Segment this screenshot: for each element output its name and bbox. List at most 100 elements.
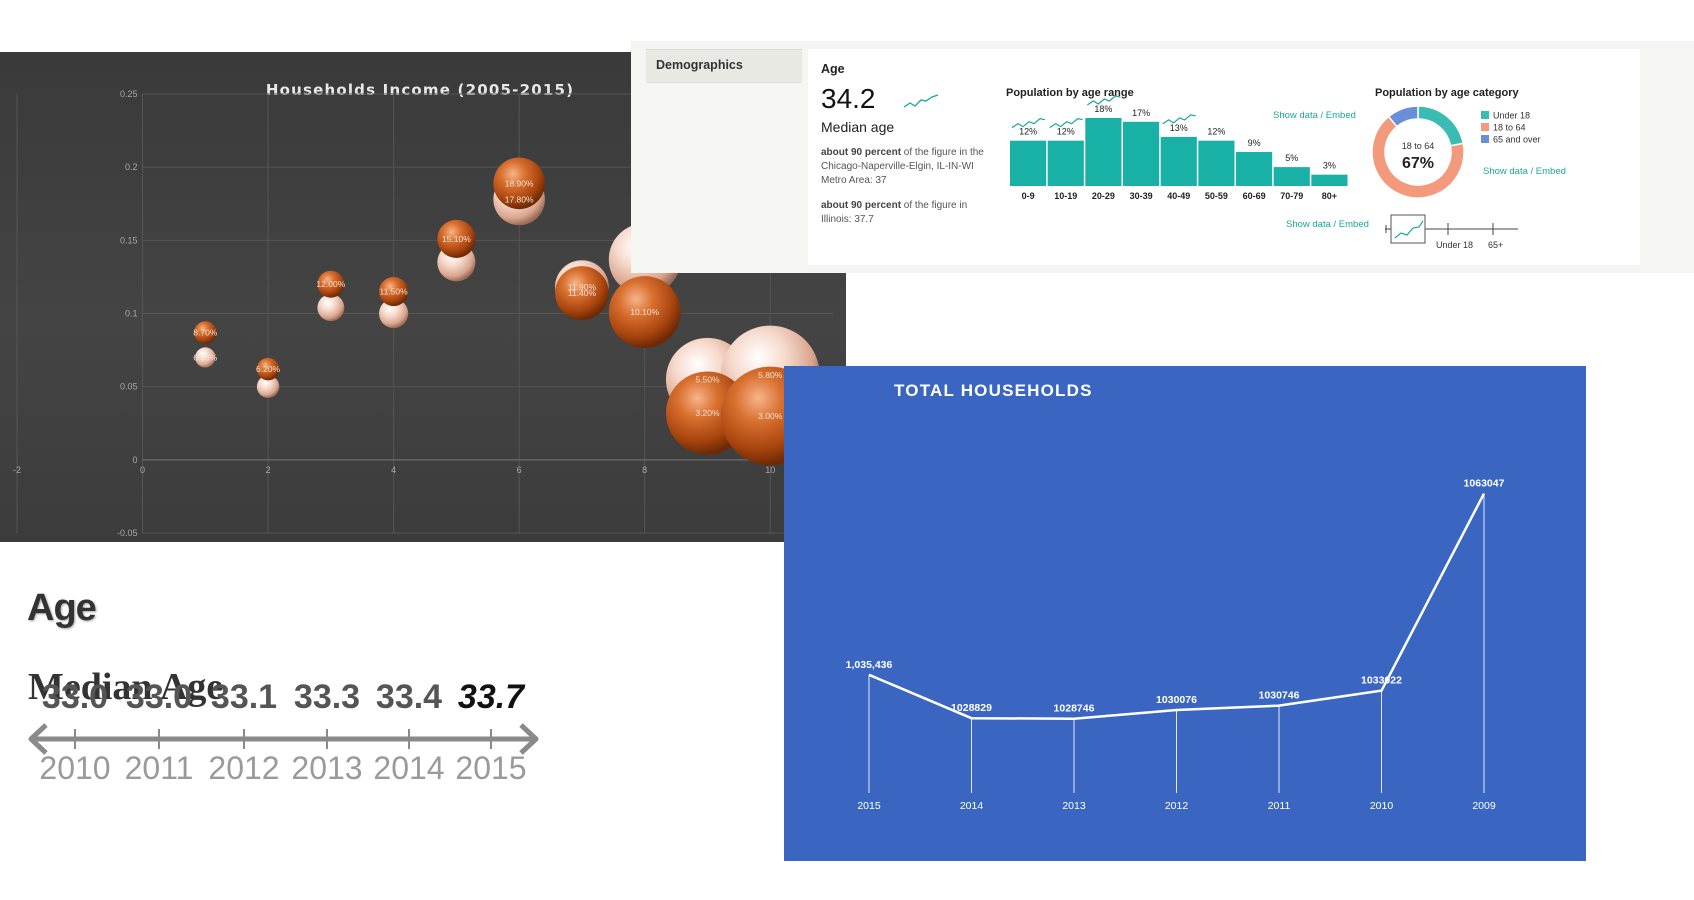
bubble-data-label: 11.50%: [380, 287, 409, 297]
bar-value-label: 18%: [1094, 104, 1112, 114]
x-tick-label: 8: [642, 465, 647, 475]
legend-swatch: [1481, 135, 1489, 143]
x-tick-label: 10: [765, 465, 775, 475]
bar-value-label: 12%: [1019, 127, 1037, 137]
median-age-value: 33.0: [42, 678, 108, 716]
x-tick-label: 2011: [1268, 800, 1291, 812]
legend-label: Under 18: [1493, 111, 1530, 121]
data-label: 1033022: [1361, 675, 1402, 687]
data-label: 1063047: [1464, 478, 1505, 490]
legend-swatch: [1481, 123, 1489, 131]
bubble-data-label: 12.00%: [316, 279, 345, 289]
chart-title: TOTAL HOUSEHOLDS: [894, 381, 1093, 400]
data-label: 1,035,436: [846, 659, 893, 671]
year-label: 2013: [291, 750, 362, 786]
bubble-data-label: 3.20%: [695, 408, 720, 418]
bar-value-label: 13%: [1170, 123, 1188, 133]
demographics-panel: Demographics Age 34.2 Median age about 9…: [631, 41, 1694, 273]
bar-category-label: 20-29: [1092, 191, 1115, 201]
bar-category-label: 30-39: [1130, 191, 1153, 201]
bar-value-label: 3%: [1323, 161, 1336, 171]
bar-40-49: [1160, 136, 1197, 186]
bubble-data-label: 18.90%: [505, 178, 534, 188]
legend-label: 18 to 64: [1493, 123, 1526, 133]
donut-center-label: 18 to 64: [1402, 141, 1435, 151]
bubble-data-label: 6.90%: [193, 352, 218, 362]
x-tick-label: 0: [140, 465, 145, 475]
median-age-timeline-svg: 33.0 2010 33.0 2011 33.1 2012 33.3 2013 33.4 2014…: [28, 678, 539, 786]
bar-0-9: [1010, 140, 1047, 186]
bubble-data-label: 6.20%: [256, 364, 281, 374]
x-tick-label: 2: [266, 465, 271, 475]
bar-10-19: [1047, 140, 1084, 186]
age-slider[interactable]: Under 18 65+: [1385, 214, 1518, 250]
bar-category-label: 40-49: [1167, 191, 1190, 201]
y-tick-label: 0.25: [120, 89, 138, 99]
sidebar-item-label: Demographics: [656, 58, 743, 72]
y-tick-label: 0: [133, 455, 138, 465]
bubble-data-label: 5.80%: [758, 370, 783, 380]
y-tick-label: 0.15: [120, 235, 138, 245]
data-label: 1028746: [1054, 703, 1095, 715]
bar-70-79: [1273, 167, 1310, 186]
bubble-data-label: 10.10%: [630, 307, 659, 317]
median-age-value: 33.7: [458, 678, 526, 716]
x-tick-label: 2012: [1165, 800, 1189, 812]
legend-label: 65 and over: [1493, 135, 1541, 145]
bubble-data-label: 8.70%: [193, 328, 218, 338]
donut-center-value: 67%: [1402, 155, 1434, 172]
bar-value-label: 12%: [1057, 127, 1075, 137]
median-age-panel: Age Median Age 33.0 2010 33.0 2011 33.1 2012 3…: [0, 565, 600, 865]
bar-category-label: 0-9: [1022, 191, 1035, 201]
x-tick-label: 2013: [1062, 800, 1086, 812]
median-age-value: 33.0: [126, 678, 192, 716]
bar-80+: [1311, 174, 1348, 186]
demographics-charts-svg: 12% 0-9 12% 10-19 18% 20-29 17% 30-39 13% 40-49 12…: [903, 94, 1541, 250]
year-label: 2011: [125, 750, 194, 786]
bubble-point: [317, 294, 345, 322]
age-card: Age 34.2 Median age about 90 percent of …: [808, 49, 1640, 265]
median-age-value: 33.4: [376, 678, 442, 716]
donut-slice: [1417, 105, 1465, 147]
bar-20-29: [1085, 118, 1122, 186]
bar-category-label: 50-59: [1205, 191, 1228, 201]
x-tick-label: 2015: [857, 800, 881, 812]
bar-category-label: 60-69: [1243, 191, 1266, 201]
legend-swatch: [1481, 111, 1489, 119]
median-sparkline: [903, 94, 939, 108]
bar-value-label: 5%: [1285, 153, 1298, 163]
bubble-data-label: 3.00%: [758, 411, 783, 421]
bar-category-label: 10-19: [1054, 191, 1077, 201]
bubble-data-label: 15.10%: [442, 234, 471, 244]
x-tick-label: 2010: [1370, 800, 1394, 812]
x-tick-label: 2009: [1472, 800, 1496, 812]
x-tick-label: 2014: [960, 800, 984, 812]
year-label: 2012: [208, 750, 279, 786]
bar-value-label: 9%: [1248, 138, 1261, 148]
x-tick-label: -2: [13, 465, 21, 475]
x-tick-label: 6: [517, 465, 522, 475]
year-label: 2014: [373, 750, 444, 786]
median-age-value: 33.3: [294, 678, 360, 716]
slider-label-65: 65+: [1488, 240, 1503, 250]
total-households-chart: TOTAL HOUSEHOLDS 1,035,436 2015 1028829 201…: [784, 366, 1586, 861]
y-tick-label: 0.1: [125, 309, 138, 319]
bubble-data-label: 17.80%: [505, 194, 534, 204]
x-tick-label: 4: [391, 465, 396, 475]
y-tick-label: 0.2: [125, 162, 138, 172]
sidebar-item-demographics[interactable]: Demographics: [646, 49, 802, 83]
y-tick-label: 0.05: [120, 382, 138, 392]
bar-60-69: [1236, 152, 1273, 186]
median-age-value: 33.1: [211, 678, 277, 716]
data-label: 1030746: [1259, 690, 1300, 702]
chart-title: Households Income (2005-2015): [266, 81, 574, 99]
bar-value-label: 17%: [1132, 108, 1150, 118]
bubble-data-label: 11.40%: [568, 288, 597, 298]
bubble-data-label: 5.50%: [695, 374, 720, 384]
data-label: 1030076: [1156, 694, 1197, 706]
bar-category-label: 80+: [1322, 191, 1337, 201]
slider-label-under-18: Under 18: [1436, 240, 1473, 250]
y-tick-label: -0.05: [117, 528, 138, 538]
bar-30-39: [1123, 121, 1160, 186]
slider-handle[interactable]: [1390, 214, 1426, 244]
